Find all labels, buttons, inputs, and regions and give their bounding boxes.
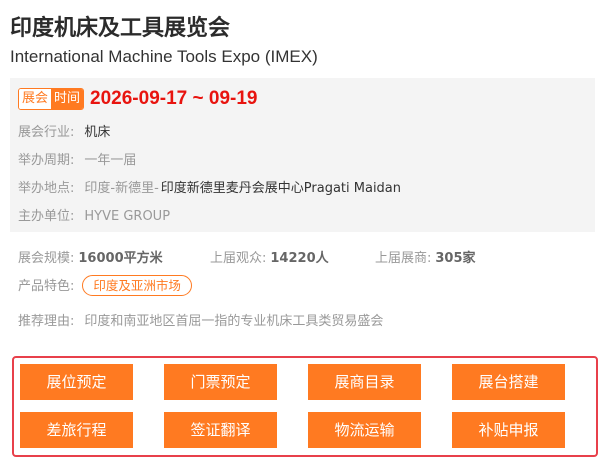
stat-scale-value: 16000平方米 xyxy=(78,251,163,266)
stat-visitors-label: 上届观众: xyxy=(210,251,267,266)
date-tag: 展会 时间 xyxy=(18,88,85,110)
expo-title-chinese: 印度机床及工具展览会 xyxy=(10,16,231,41)
date-row: 展会 时间 2026-09-17 ~ 09-19 xyxy=(18,86,257,112)
industry-label: 展会行业: xyxy=(18,125,75,140)
features-row: 产品特色: 印度及亚洲市场 xyxy=(18,275,192,296)
features-label: 产品特色: xyxy=(18,279,75,294)
stat-scale-label: 展会规模: xyxy=(18,251,75,266)
organizer-row: 主办单位: HYVE GROUP xyxy=(18,205,170,224)
industry-value: 机床 xyxy=(84,125,111,140)
location-city: 印度-新德里- xyxy=(84,181,159,196)
expo-date: 2026-09-17 ~ 09-19 xyxy=(90,88,258,109)
booth-booking-button[interactable]: 展位预定 xyxy=(20,364,133,400)
location-venue: 印度新德里麦丹会展中心Pragati Maidan xyxy=(160,181,402,196)
cycle-row: 举办周期: 一年一届 xyxy=(18,149,136,168)
date-tag-part2: 时间 xyxy=(51,89,84,109)
travel-itinerary-button[interactable]: 差旅行程 xyxy=(20,412,133,448)
organizer-value: HYVE GROUP xyxy=(84,209,171,224)
expo-info-panel: 展会 时间 2026-09-17 ~ 09-19 展会行业: 机床 举办周期: 一年… xyxy=(10,78,595,232)
stat-scale: 展会规模: 16000平方米 xyxy=(18,247,163,266)
date-tag-part1: 展会 xyxy=(19,89,52,109)
service-buttons-panel: 展位预定 门票预定 展商目录 展台搭建 差旅行程 签证翻译 物流运输 补贴申报 xyxy=(12,356,598,457)
stat-exhibitors-label: 上届展商: xyxy=(375,251,432,266)
expo-title-english: International Machine Tools Expo (IMEX) xyxy=(10,47,318,66)
booth-construction-button[interactable]: 展台搭建 xyxy=(452,364,565,400)
location-row: 举办地点: 印度-新德里- 印度新德里麦丹会展中心Pragati Maidan xyxy=(18,177,401,196)
location-label: 举办地点: xyxy=(18,181,75,196)
recommend-label: 推荐理由: xyxy=(18,314,75,329)
cycle-label: 举办周期: xyxy=(18,153,75,168)
stat-visitors: 上届观众: 14220人 xyxy=(210,247,329,266)
cycle-value: 一年一届 xyxy=(84,153,137,168)
logistics-button[interactable]: 物流运输 xyxy=(308,412,421,448)
subsidy-application-button[interactable]: 补贴申报 xyxy=(452,412,565,448)
industry-row: 展会行业: 机床 xyxy=(18,121,110,140)
recommend-value: 印度和南亚地区首屈一指的专业机床工具类贸易盛会 xyxy=(84,314,384,329)
visa-translation-button[interactable]: 签证翻译 xyxy=(164,412,277,448)
recommend-row: 推荐理由: 印度和南亚地区首屈一指的专业机床工具类贸易盛会 xyxy=(18,310,383,329)
feature-tag[interactable]: 印度及亚洲市场 xyxy=(82,275,192,296)
exhibitor-list-button[interactable]: 展商目录 xyxy=(308,364,421,400)
stat-visitors-value: 14220人 xyxy=(270,251,329,266)
organizer-label: 主办单位: xyxy=(18,209,75,224)
stat-exhibitors: 上届展商: 305家 xyxy=(375,247,476,266)
stat-exhibitors-value: 305家 xyxy=(435,251,476,266)
ticket-booking-button[interactable]: 门票预定 xyxy=(164,364,277,400)
